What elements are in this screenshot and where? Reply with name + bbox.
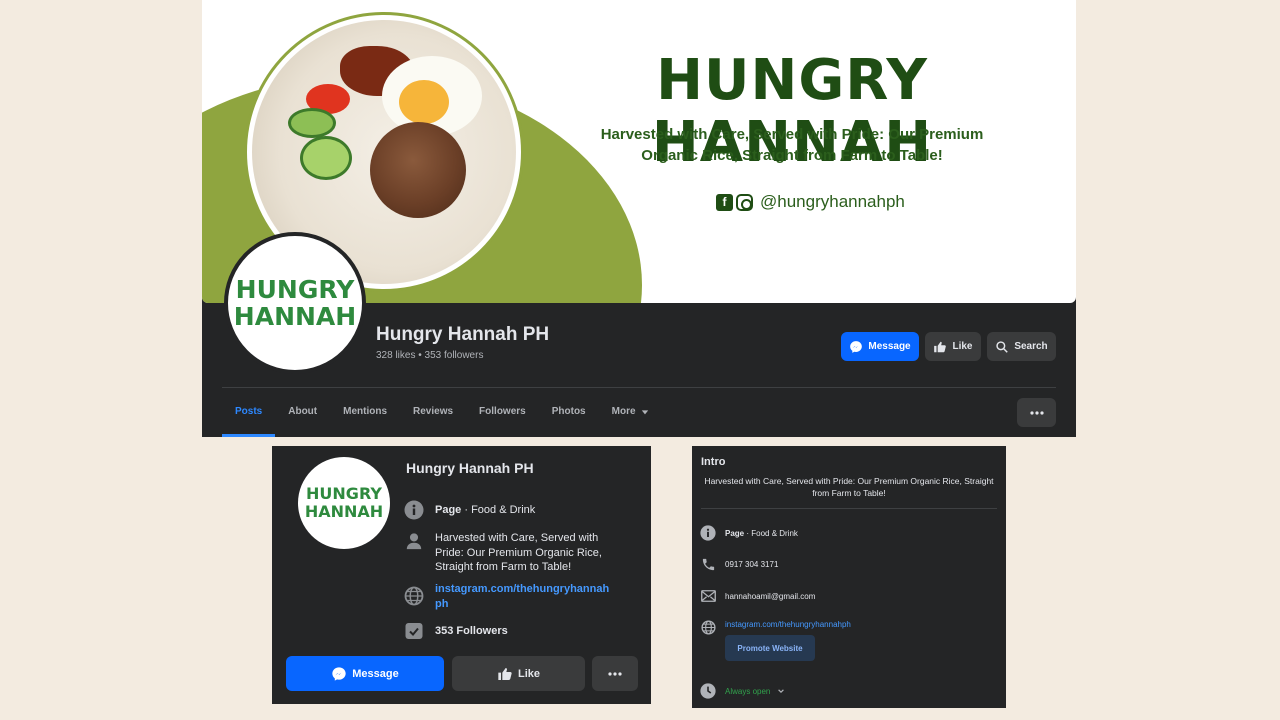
globe-icon [700, 619, 716, 635]
chevron-down-icon[interactable] [777, 687, 785, 695]
card-website-link[interactable]: instagram.com/thehungryhannahph [435, 582, 611, 611]
intro-website-row: instagram.com/thehungryhannahph [700, 619, 851, 635]
intro-email-row: hannahoamil@gmail.com [700, 588, 815, 604]
like-button[interactable]: Like [925, 332, 981, 361]
logo-line1: HUNGRY [235, 275, 355, 304]
page-tab-nav: Posts About Mentions Reviews Followers P… [222, 396, 662, 437]
card-category-type: Page [435, 504, 462, 516]
messenger-icon [332, 666, 346, 681]
intro-category-type: Page [725, 528, 745, 538]
intro-phone-text[interactable]: 0917 304 3171 [725, 560, 778, 569]
card-bio-row: Harvested with Care, Served with Pride: … [404, 531, 615, 575]
tab-about[interactable]: About [275, 396, 330, 437]
logo-line2: HANNAH [233, 302, 357, 331]
card-followers-count: 353 Followers [435, 625, 508, 637]
intro-phone-row: 0917 304 3171 [700, 556, 778, 572]
promote-website-button[interactable]: Promote Website [725, 635, 815, 661]
card-followers-row: 353 Followers [404, 621, 615, 641]
card-category-name: · Food & Drink [461, 504, 536, 516]
card-avatar[interactable]: HUNGRY HANNAH [298, 457, 390, 549]
search-button[interactable]: Search [987, 332, 1056, 361]
card-website-row: instagram.com/thehungryhannahph [404, 582, 611, 611]
nav-divider [222, 387, 1056, 388]
card-category-text: Page · Food & Drink [435, 500, 615, 520]
search-icon [996, 340, 1009, 353]
caret-down-icon [641, 410, 648, 415]
more-dots-icon [1029, 410, 1044, 415]
mail-icon [700, 588, 716, 604]
intro-title: Intro [701, 456, 726, 468]
more-options-button[interactable] [1017, 398, 1056, 427]
person-icon [404, 531, 424, 551]
cover-tagline-line1: Harvested with Care, Served with Pride: … [600, 126, 984, 143]
message-button[interactable]: Message [841, 332, 919, 361]
profile-avatar[interactable]: HUNGRY HANNAH [224, 232, 366, 374]
instagram-icon [736, 193, 753, 211]
tab-more-label: More [611, 406, 636, 417]
tab-posts[interactable]: Posts [222, 396, 276, 437]
card-category-row: Page · Food & Drink [404, 500, 615, 520]
thumbs-up-icon [934, 341, 947, 352]
message-button-label: Message [868, 341, 911, 352]
intro-category-row: Page · Food & Drink [700, 525, 798, 541]
clock-icon [700, 683, 716, 699]
tab-mentions[interactable]: Mentions [330, 396, 400, 437]
phone-icon [700, 556, 716, 572]
tab-followers[interactable]: Followers [466, 396, 539, 437]
intro-category-text: Page · Food & Drink [725, 529, 798, 538]
card-logo-line2: HANNAH [304, 502, 384, 521]
cover-tagline: Harvested with Care, Served with Pride: … [562, 124, 1022, 166]
like-button-label: Like [952, 341, 973, 352]
search-button-label: Search [1014, 341, 1048, 352]
card-message-button[interactable]: Message [286, 656, 444, 691]
info-icon [404, 500, 424, 520]
card-like-label: Like [517, 667, 540, 680]
tab-reviews[interactable]: Reviews [400, 396, 466, 437]
page-profile-panel: HUNGRY HANNAH Harvested with Care, Serve… [202, 0, 1076, 437]
intro-card: Intro Harvested with Care, Served with P… [692, 446, 1006, 708]
facebook-icon: f [716, 193, 733, 211]
cover-handle-text: @hungryhannahph [760, 192, 905, 211]
intro-email-text[interactable]: hannahoamil@gmail.com [725, 592, 815, 601]
intro-bio: Harvested with Care, Served with Pride: … [704, 476, 994, 498]
card-bio-text: Harvested with Care, Served with Pride: … [435, 532, 602, 573]
thumbs-up-icon [498, 667, 512, 680]
intro-category-name: · Food & Drink [744, 528, 798, 538]
more-dots-icon [608, 671, 622, 676]
page-preview-card: HUNGRY HANNAH Hungry Hannah PH Page · Fo… [272, 446, 651, 704]
card-like-button[interactable]: Like [452, 656, 585, 691]
intro-divider [701, 508, 997, 509]
card-page-title: Hungry Hannah PH [406, 460, 534, 476]
card-logo-line1: HUNGRY [306, 484, 382, 503]
cover-social-handle: f @hungryhannahph [716, 192, 905, 212]
page-stats[interactable]: 328 likes • 353 followers [376, 350, 483, 361]
cover-tagline-line2: Organic Rice, Straight from Farm to Tabl… [641, 147, 943, 164]
card-more-button[interactable] [592, 656, 638, 691]
intro-hours-row: Always open [700, 683, 785, 699]
tab-more[interactable]: More [599, 396, 662, 437]
page-title: Hungry Hannah PH [376, 324, 550, 345]
followers-check-icon [404, 621, 424, 641]
intro-hours-text[interactable]: Always open [725, 687, 770, 696]
globe-icon [404, 586, 424, 606]
messenger-icon [850, 340, 863, 353]
info-icon [700, 525, 716, 541]
intro-website-link[interactable]: instagram.com/thehungryhannahph [725, 620, 851, 629]
card-message-label: Message [352, 667, 399, 680]
tab-photos[interactable]: Photos [539, 396, 599, 437]
